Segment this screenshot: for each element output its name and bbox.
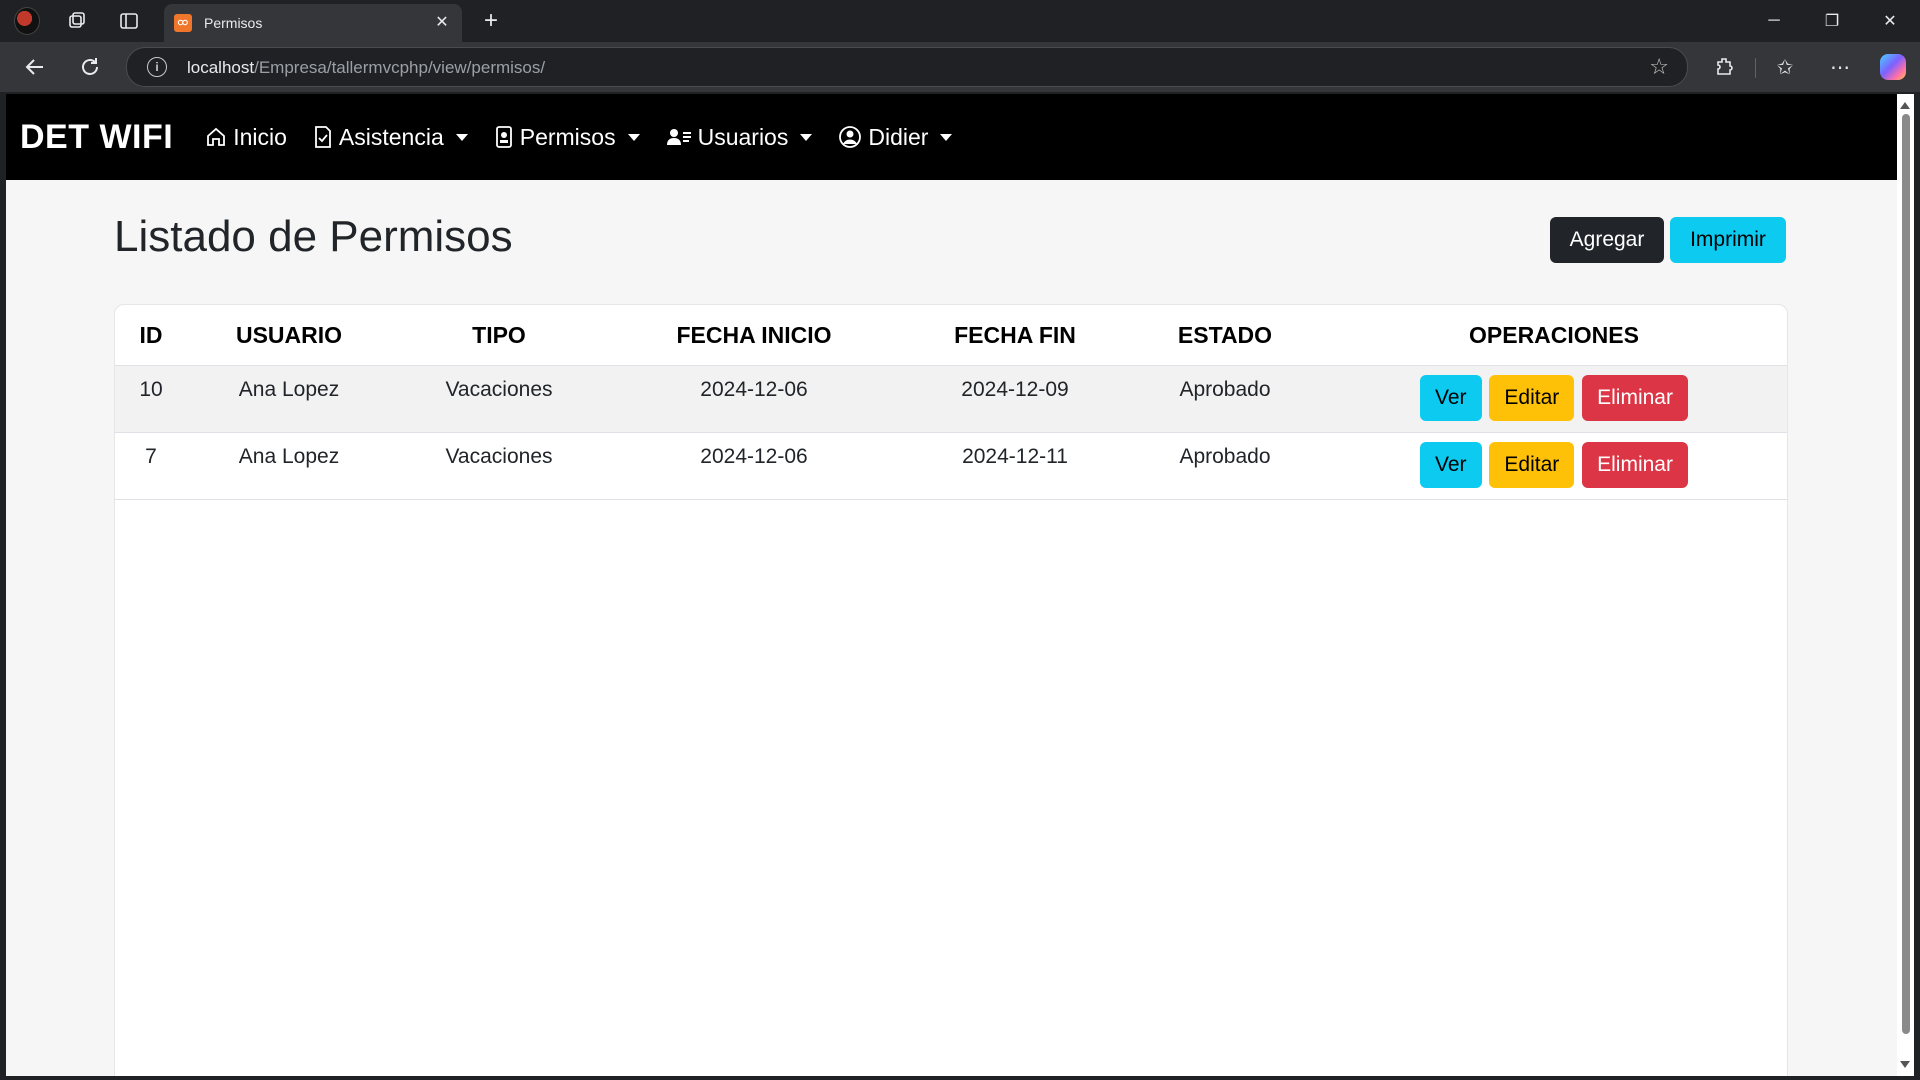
page-scrollbar[interactable] bbox=[1897, 94, 1914, 1076]
tab-title: Permisos bbox=[204, 15, 263, 31]
column-header-usuario[interactable]: USUARIO bbox=[187, 305, 391, 366]
id-badge-icon bbox=[494, 125, 514, 149]
nav-label: Permisos bbox=[519, 123, 616, 150]
edit-button[interactable]: Editar bbox=[1489, 375, 1575, 421]
permissions-table: ID USUARIO TIPO FECHA INICIO FECHA FIN E… bbox=[115, 305, 1787, 500]
cell-tipo: Vacaciones bbox=[391, 365, 607, 433]
cell-tipo: Vacaciones bbox=[391, 432, 607, 500]
nav-user-didier[interactable]: Didier bbox=[838, 123, 953, 151]
dropdown-caret-icon bbox=[627, 133, 640, 141]
reload-icon[interactable] bbox=[75, 52, 105, 82]
scrollbar-thumb[interactable] bbox=[1902, 114, 1910, 1034]
new-tab-icon[interactable]: + bbox=[478, 8, 504, 34]
extensions-icon[interactable] bbox=[1710, 52, 1740, 82]
column-header-tipo[interactable]: TIPO bbox=[391, 305, 607, 366]
close-tab-icon[interactable]: ✕ bbox=[432, 13, 452, 33]
user-circle-icon bbox=[838, 125, 862, 149]
url-text[interactable]: localhost/Empresa/tallermvcphp/view/perm… bbox=[187, 58, 545, 78]
favorites-icon[interactable]: ✩ bbox=[1770, 52, 1800, 82]
nav-label: Inicio bbox=[233, 123, 287, 150]
table-row: 10 Ana Lopez Vacaciones 2024-12-06 2024-… bbox=[115, 365, 1787, 433]
delete-button[interactable]: Eliminar bbox=[1582, 442, 1688, 488]
view-button[interactable]: Ver bbox=[1420, 442, 1482, 488]
home-icon bbox=[205, 126, 227, 148]
minimize-window-icon[interactable]: ─ bbox=[1745, 0, 1803, 42]
nav-label: Usuarios bbox=[697, 123, 789, 150]
cell-estado: Aprobado bbox=[1129, 365, 1321, 433]
cell-operaciones: Ver Editar Eliminar bbox=[1321, 432, 1787, 500]
cell-operaciones: Ver Editar Eliminar bbox=[1321, 365, 1787, 433]
page-title: Listado de Permisos bbox=[114, 212, 513, 261]
cell-usuario: Ana Lopez bbox=[187, 365, 391, 433]
column-header-operaciones: OPERACIONES bbox=[1321, 305, 1787, 366]
close-window-icon[interactable]: ✕ bbox=[1861, 0, 1919, 42]
users-icon bbox=[666, 126, 692, 148]
profile-avatar-icon[interactable] bbox=[14, 7, 40, 35]
site-info-icon[interactable]: i bbox=[147, 57, 167, 77]
clipboard-check-icon bbox=[313, 125, 333, 149]
address-bar[interactable]: i localhost/Empresa/tallermvcphp/view/pe… bbox=[126, 47, 1688, 87]
page-viewport: DET WIFI Inicio Asistencia Permisos Usua… bbox=[6, 94, 1897, 1076]
toolbar-divider bbox=[1755, 58, 1756, 78]
favorite-star-icon[interactable]: ☆ bbox=[1649, 54, 1669, 80]
scroll-down-arrow-icon[interactable] bbox=[1900, 1061, 1910, 1068]
nav-asistencia[interactable]: Asistencia bbox=[313, 124, 468, 151]
column-header-id[interactable]: ID bbox=[115, 305, 187, 366]
cell-usuario: Ana Lopez bbox=[187, 432, 391, 500]
vertical-tabs-icon[interactable] bbox=[116, 8, 142, 34]
dropdown-caret-icon bbox=[455, 133, 468, 141]
nav-usuarios[interactable]: Usuarios bbox=[666, 124, 813, 151]
copilot-icon[interactable] bbox=[1878, 52, 1908, 82]
view-button[interactable]: Ver bbox=[1420, 375, 1482, 421]
main-navbar: DET WIFI Inicio Asistencia Permisos Usua… bbox=[6, 94, 1897, 180]
column-header-fecha-inicio[interactable]: FECHA INICIO bbox=[607, 305, 901, 366]
xampp-favicon-icon: ထ bbox=[174, 14, 192, 32]
nav-inicio[interactable]: Inicio bbox=[205, 124, 287, 151]
column-header-fecha-fin[interactable]: FECHA FIN bbox=[901, 305, 1129, 366]
brand-logo[interactable]: DET WIFI bbox=[20, 118, 173, 157]
print-button[interactable]: Imprimir bbox=[1670, 217, 1786, 263]
table-row: 7 Ana Lopez Vacaciones 2024-12-06 2024-1… bbox=[115, 432, 1787, 500]
more-options-icon[interactable]: ⋯ bbox=[1825, 52, 1855, 82]
scroll-up-arrow-icon[interactable] bbox=[1900, 102, 1910, 109]
edit-button[interactable]: Editar bbox=[1489, 442, 1575, 488]
cell-id: 10 bbox=[115, 365, 187, 433]
dropdown-caret-icon bbox=[940, 133, 953, 141]
cell-fecha-inicio: 2024-12-06 bbox=[607, 432, 901, 500]
cell-id: 7 bbox=[115, 432, 187, 500]
table-header-row: ID USUARIO TIPO FECHA INICIO FECHA FIN E… bbox=[115, 305, 1787, 366]
back-arrow-icon[interactable] bbox=[20, 52, 50, 82]
nav-label: Didier bbox=[868, 123, 929, 150]
dropdown-caret-icon bbox=[800, 133, 813, 141]
restore-window-icon[interactable]: ❐ bbox=[1803, 0, 1861, 42]
cell-fecha-fin: 2024-12-09 bbox=[901, 365, 1129, 433]
permissions-table-card: ID USUARIO TIPO FECHA INICIO FECHA FIN E… bbox=[114, 304, 1788, 1076]
add-button[interactable]: Agregar bbox=[1550, 217, 1664, 263]
browser-tab-active[interactable]: ထ Permisos ✕ bbox=[164, 4, 462, 42]
browser-toolbar: i localhost/Empresa/tallermvcphp/view/pe… bbox=[0, 42, 1920, 92]
nav-label: Asistencia bbox=[338, 123, 444, 150]
cell-fecha-inicio: 2024-12-06 bbox=[607, 365, 901, 433]
cell-fecha-fin: 2024-12-11 bbox=[901, 432, 1129, 500]
browser-tab-bar: ထ Permisos ✕ + ─ ❐ ✕ bbox=[0, 0, 1920, 42]
nav-permisos[interactable]: Permisos bbox=[494, 124, 640, 151]
cell-estado: Aprobado bbox=[1129, 432, 1321, 500]
column-header-estado[interactable]: ESTADO bbox=[1129, 305, 1321, 366]
delete-button[interactable]: Eliminar bbox=[1582, 375, 1688, 421]
workspaces-icon[interactable] bbox=[64, 8, 90, 34]
